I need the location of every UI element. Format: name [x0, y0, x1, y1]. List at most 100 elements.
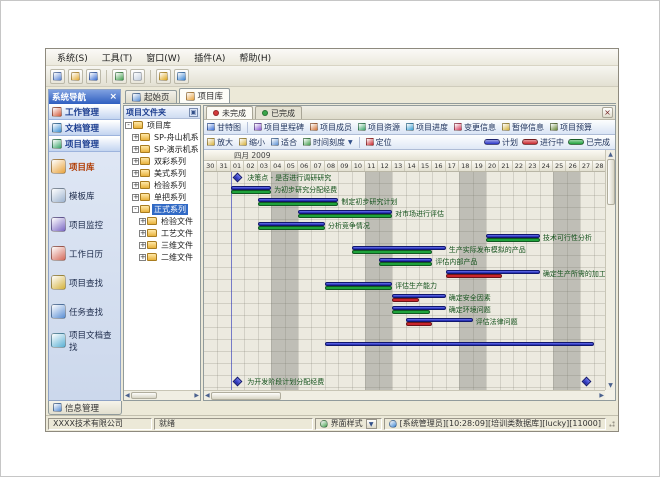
tab-0[interactable]: 起始页: [125, 90, 177, 103]
ribbon-item-7[interactable]: 项目预算: [550, 122, 592, 133]
task-bar[interactable]: [486, 234, 540, 242]
sidebar-item-5[interactable]: 任务查找: [49, 297, 120, 326]
tree-item-2[interactable]: +SP-演示机系: [125, 143, 200, 155]
zoom-item-2[interactable]: 适合: [271, 137, 297, 148]
ui-style-panel[interactable]: 界面样式 ▼: [315, 418, 382, 430]
sidebar-group-work-management[interactable]: 工作管理: [49, 104, 120, 120]
tree-expander-icon[interactable]: +: [132, 158, 139, 165]
sidebar-item-1[interactable]: 模板库: [49, 181, 120, 210]
tree-expander-icon[interactable]: +: [132, 182, 139, 189]
scroll-up-icon[interactable]: ▲: [608, 151, 613, 158]
sidebar-item-6[interactable]: 项目文档查找: [49, 326, 120, 355]
task-bar[interactable]: [406, 318, 473, 326]
scroll-left-icon[interactable]: ◀: [205, 392, 210, 399]
tree-expander-icon[interactable]: +: [132, 134, 139, 141]
zoom-fit-icon: [271, 138, 279, 146]
ribbon-item-5[interactable]: 变更信息: [454, 122, 496, 133]
ribbon-item-4[interactable]: 项目进度: [406, 122, 448, 133]
pin-icon[interactable]: ▣: [189, 108, 198, 117]
legend-item-0: 计划: [484, 137, 518, 148]
task-bar[interactable]: [379, 258, 433, 266]
milestone-marker[interactable]: [232, 173, 242, 183]
tab-close-icon[interactable]: ×: [602, 107, 613, 118]
menu-item-3[interactable]: 插件(A): [187, 49, 232, 66]
scroll-right-icon[interactable]: ▶: [599, 392, 604, 399]
tree-item-8[interactable]: +检验文件: [125, 215, 200, 227]
open-icon[interactable]: [68, 69, 83, 84]
task-bar[interactable]: [392, 294, 446, 302]
gantt-vscrollbar[interactable]: ▲ ▼: [605, 150, 615, 390]
save-icon[interactable]: [86, 69, 101, 84]
tree-item-11[interactable]: +二维文件: [125, 251, 200, 263]
tree-hscrollbar[interactable]: ◀ ▶: [124, 390, 200, 400]
menu-item-2[interactable]: 窗口(W): [139, 49, 187, 66]
help-icon[interactable]: [174, 69, 189, 84]
status-tab-0[interactable]: 未完成: [206, 106, 253, 119]
ribbon-item-2[interactable]: 项目成员: [310, 122, 352, 133]
tree-item-3[interactable]: +双彩系列: [125, 155, 200, 167]
sidebar-item-2[interactable]: 项目监控: [49, 210, 120, 239]
tree-expander-icon[interactable]: +: [132, 146, 139, 153]
tree-item-9[interactable]: +工艺文件: [125, 227, 200, 239]
status-tab-1[interactable]: 已完成: [255, 106, 302, 119]
ribbon-item-6[interactable]: 暂停信息: [502, 122, 544, 133]
gantt-hscroll-thumb[interactable]: [211, 392, 281, 400]
resize-grip[interactable]: [608, 420, 616, 428]
sidebar-item-4[interactable]: 项目查找: [49, 268, 120, 297]
task-bar[interactable]: [258, 222, 325, 230]
task-bar[interactable]: [325, 282, 392, 290]
menu-item-1[interactable]: 工具(T): [95, 49, 140, 66]
task-bar[interactable]: [446, 270, 540, 278]
task-bar[interactable]: [298, 210, 392, 218]
lock-icon[interactable]: [156, 69, 171, 84]
sidebar-item-0[interactable]: 项目库: [49, 152, 120, 181]
zoom-item-0[interactable]: 放大: [207, 137, 233, 148]
zoom-item-3[interactable]: 时间刻度▼: [303, 137, 353, 148]
tree-item-5[interactable]: +检验系列: [125, 179, 200, 191]
zoom-item-1[interactable]: 缩小: [239, 137, 265, 148]
scroll-left-icon[interactable]: ◀: [125, 392, 130, 399]
task-bar[interactable]: [392, 306, 446, 314]
tree-expander-icon[interactable]: -: [125, 122, 132, 129]
milestone-marker[interactable]: [581, 377, 591, 387]
task-bar[interactable]: [258, 198, 339, 206]
tree-hscroll-thumb[interactable]: [131, 392, 157, 399]
sidebar-group-project-management[interactable]: 项目管理: [49, 136, 120, 152]
tree-item-6[interactable]: +单把系列: [125, 191, 200, 203]
tree-expander-icon[interactable]: +: [139, 242, 146, 249]
task-bar[interactable]: [325, 342, 594, 350]
info-management-tab[interactable]: 信息管理: [48, 401, 122, 415]
gantt-hscrollbar[interactable]: ◀ ▶: [204, 390, 605, 400]
tree-expander-icon[interactable]: +: [132, 194, 139, 201]
sidebar-item-3[interactable]: 工作日历: [49, 239, 120, 268]
sidebar-close-icon[interactable]: ×: [109, 93, 117, 101]
tree-expander-icon[interactable]: +: [132, 170, 139, 177]
ribbon-item-3[interactable]: 项目资源: [358, 122, 400, 133]
tree-item-0[interactable]: -项目库: [125, 119, 200, 131]
menu-item-4[interactable]: 帮助(H): [232, 49, 278, 66]
milestone-marker[interactable]: [232, 377, 242, 387]
tab-1[interactable]: 项目库: [179, 88, 231, 103]
sidebar-group-document-management[interactable]: 文档管理: [49, 120, 120, 136]
tree-item-1[interactable]: +SP-舟山机系: [125, 131, 200, 143]
gantt-vscroll-thumb[interactable]: [607, 159, 615, 205]
tree-expander-icon[interactable]: +: [139, 254, 146, 261]
tree-expander-icon[interactable]: +: [139, 218, 146, 225]
scroll-right-icon[interactable]: ▶: [194, 392, 199, 399]
tree-expander-icon[interactable]: -: [132, 206, 139, 213]
refresh-icon[interactable]: [112, 69, 127, 84]
tree-expander-icon[interactable]: +: [139, 230, 146, 237]
mail-icon[interactable]: [130, 69, 145, 84]
menu-item-0[interactable]: 系统(S): [50, 49, 95, 66]
task-bar[interactable]: [231, 186, 271, 194]
new-icon[interactable]: [50, 69, 65, 84]
zoom-item-4[interactable]: 定位: [366, 137, 392, 148]
ribbon-item-1[interactable]: 项目里程碑: [254, 122, 304, 133]
ribbon-item-0[interactable]: 甘特图: [207, 122, 241, 133]
tree-item-10[interactable]: +三维文件: [125, 239, 200, 251]
task-bar[interactable]: [352, 246, 446, 254]
tree-item-7[interactable]: -正式系列: [125, 203, 200, 215]
ui-style-dropdown-icon[interactable]: ▼: [366, 419, 377, 429]
tree-item-4[interactable]: +美式系列: [125, 167, 200, 179]
scroll-down-icon[interactable]: ▼: [608, 382, 613, 389]
